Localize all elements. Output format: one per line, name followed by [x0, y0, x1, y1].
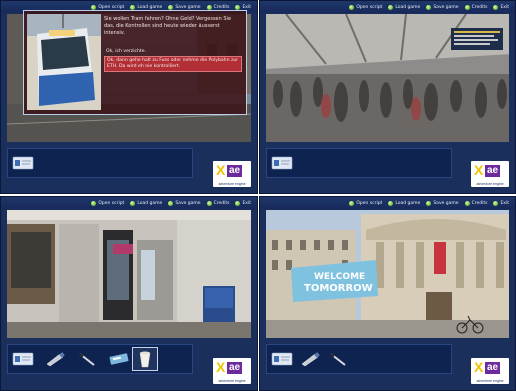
xae-logo: X ae adventure engine — [471, 358, 509, 384]
top-menu-bar: Open script Load game Save game Credits … — [1, 197, 257, 209]
banner-tomorrow: TOMORROW — [304, 283, 373, 294]
menu-exit[interactable]: Exit — [493, 4, 509, 10]
xae-logo: X ae adventure engine — [471, 161, 509, 187]
menu-credits[interactable]: Credits — [206, 200, 229, 206]
green-dot-icon — [235, 200, 241, 206]
game-window-tram: Open script Load game Save game Credits … — [0, 0, 258, 194]
pen-icon — [79, 353, 95, 366]
menu-exit[interactable]: Exit — [235, 4, 251, 10]
eth-building-scene: WELCOME TOMORROW — [266, 210, 509, 338]
top-menu-bar: Open script Load game Save game Credits … — [260, 197, 515, 209]
dialog-option-decline[interactable]: Ok, ich verzichte. — [104, 48, 242, 56]
xae-logo: X ae adventure engine — [213, 161, 251, 187]
pen-icon — [330, 353, 346, 366]
inventory-bar — [266, 344, 452, 374]
green-dot-icon — [168, 4, 174, 10]
inventory-slot[interactable] — [297, 347, 323, 371]
menu-exit[interactable]: Exit — [235, 200, 251, 206]
green-dot-icon — [206, 200, 212, 206]
menu-load-game[interactable]: Load game — [388, 200, 420, 206]
inventory-bar — [266, 148, 452, 178]
green-dot-icon — [426, 200, 432, 206]
inventory-bar — [7, 148, 193, 178]
inventory-slot[interactable] — [269, 347, 295, 371]
dialog-box: Sie wollen Tram fahren? Ohne Geld? Verge… — [23, 10, 247, 115]
green-dot-icon — [388, 200, 394, 206]
green-dot-icon — [464, 4, 470, 10]
inventory-slot[interactable] — [10, 347, 36, 371]
game-window-corridor: Open script Load game Save game Credits … — [0, 196, 258, 391]
top-menu-bar: Open script Load game Save game Credits … — [260, 1, 515, 13]
tube-icon — [301, 352, 320, 367]
green-dot-icon — [464, 200, 470, 206]
green-dot-icon — [206, 4, 212, 10]
menu-save-game[interactable]: Save game — [168, 200, 201, 206]
inventory-slot[interactable] — [269, 151, 295, 175]
green-dot-icon — [168, 200, 174, 206]
menu-exit[interactable]: Exit — [493, 200, 509, 206]
game-window-eth: Open script Load game Save game Credits … — [259, 196, 516, 391]
scene-corridor[interactable] — [7, 210, 251, 338]
inventory-slot-selected[interactable] — [132, 347, 158, 371]
green-dot-icon — [388, 4, 394, 10]
green-dot-icon — [91, 200, 97, 206]
scene-station-hall[interactable] — [266, 14, 509, 142]
green-dot-icon — [426, 4, 432, 10]
inventory-slot[interactable] — [106, 347, 132, 371]
inventory-bar — [7, 344, 193, 374]
station-crowd-scene — [266, 14, 509, 142]
inventory-slot[interactable] — [42, 347, 68, 371]
menu-load-game[interactable]: Load game — [130, 4, 162, 10]
tram-portrait — [27, 14, 101, 110]
id-card-icon — [12, 352, 34, 366]
menu-credits[interactable]: Credits — [464, 200, 487, 206]
dialog-option-walk[interactable]: Ok, dann gehe halt zu Fuss oder nehme di… — [104, 56, 242, 72]
green-dot-icon — [235, 4, 241, 10]
green-dot-icon — [349, 200, 355, 206]
ticket-icon — [109, 353, 129, 365]
menu-open-script[interactable]: Open script — [91, 4, 124, 10]
dialog-prompt: Sie wollen Tram fahren? Ohne Geld? Verge… — [104, 16, 232, 36]
game-window-station: Open script Load game Save game Credits … — [259, 0, 516, 194]
banner-welcome: WELCOME — [314, 272, 365, 282]
id-card-icon — [271, 352, 293, 366]
green-dot-icon — [493, 200, 499, 206]
menu-save-game[interactable]: Save game — [426, 4, 459, 10]
screenshot-grid: Open script Load game Save game Credits … — [0, 0, 516, 391]
menu-open-script[interactable]: Open script — [91, 200, 124, 206]
menu-credits[interactable]: Credits — [464, 4, 487, 10]
coffee-cup-icon — [139, 351, 151, 368]
inventory-slot[interactable] — [325, 347, 351, 371]
corridor-scene — [7, 210, 251, 338]
green-dot-icon — [130, 4, 136, 10]
inventory-slot[interactable] — [74, 347, 100, 371]
menu-load-game[interactable]: Load game — [130, 200, 162, 206]
menu-open-script[interactable]: Open script — [349, 4, 382, 10]
menu-save-game[interactable]: Save game — [426, 200, 459, 206]
menu-credits[interactable]: Credits — [206, 4, 229, 10]
green-dot-icon — [349, 4, 355, 10]
green-dot-icon — [91, 4, 97, 10]
menu-save-game[interactable]: Save game — [168, 4, 201, 10]
id-card-icon — [271, 156, 293, 170]
tube-icon — [46, 352, 65, 367]
green-dot-icon — [130, 200, 136, 206]
menu-open-script[interactable]: Open script — [349, 200, 382, 206]
green-dot-icon — [493, 4, 499, 10]
id-card-icon — [12, 156, 34, 170]
scene-eth-building[interactable]: WELCOME TOMORROW — [266, 210, 509, 338]
menu-load-game[interactable]: Load game — [388, 4, 420, 10]
xae-logo: X ae adventure engine — [213, 358, 251, 384]
inventory-slot[interactable] — [10, 151, 36, 175]
